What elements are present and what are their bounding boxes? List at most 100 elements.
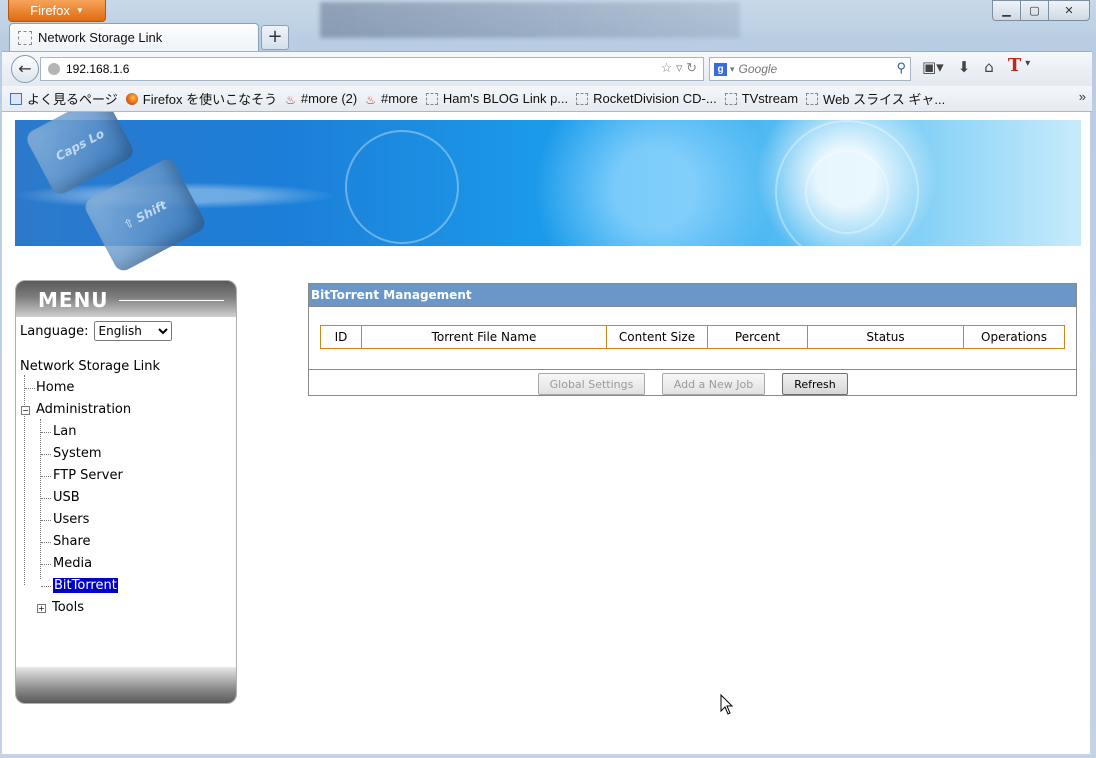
language-select[interactable]: English	[93, 321, 172, 341]
add-new-job-button[interactable]: Add a New Job	[662, 373, 765, 395]
url-text: 192.168.1.6	[66, 62, 130, 76]
tree-line	[40, 419, 41, 579]
decorative-ring	[805, 150, 889, 234]
bookmark-item[interactable]: RocketDivision CD-...	[576, 91, 717, 106]
bookmark-item[interactable]: Web スライス ギャ...	[806, 89, 945, 108]
menu-item-administration[interactable]: Administration	[36, 402, 131, 417]
window-controls: ▁ ▢ ✕	[992, 0, 1090, 21]
header-banner: Caps Lo ⇧ Shift	[15, 112, 1081, 274]
bookmark-item[interactable]: ♨ #more	[365, 91, 418, 107]
menu-item-system[interactable]: System	[53, 446, 101, 461]
search-placeholder: Google	[738, 62, 778, 76]
home-icon[interactable]: ⌂	[984, 58, 994, 76]
tree-root-link[interactable]: Network Storage Link	[20, 359, 160, 374]
browser-tab[interactable]: Network Storage Link	[9, 23, 259, 51]
bookmark-item[interactable]: Ham's BLOG Link p...	[425, 91, 569, 106]
most-visited-icon	[10, 92, 22, 105]
tree-line	[25, 388, 35, 389]
address-bar[interactable]: 192.168.1.6 ☆ ▿ ↻	[40, 57, 704, 81]
tree-line	[41, 454, 51, 455]
addon-dropdown-icon[interactable]: ▾	[1025, 58, 1030, 76]
reload-icon[interactable]: ↻	[686, 60, 697, 75]
bookmark-item[interactable]: Firefox を使いこなそう	[125, 89, 278, 108]
language-label: Language:	[20, 323, 89, 339]
bookmark-label: よく見るページ	[27, 92, 118, 107]
page-icon	[806, 92, 819, 105]
column-header-operations: Operations	[963, 325, 1065, 349]
collapse-minus-icon[interactable]: −	[21, 406, 30, 415]
firefox-logo-icon	[125, 92, 138, 105]
new-tab-button[interactable]: +	[261, 25, 289, 50]
feed-icon: ♨	[285, 92, 296, 107]
tree-line	[41, 476, 51, 477]
menu-panel: MENU Language: English Network Storage L…	[15, 280, 237, 704]
site-identity-icon[interactable]	[48, 63, 60, 75]
menu-item-lan[interactable]: Lan	[53, 424, 76, 439]
feed-icon: ♨	[365, 92, 376, 107]
tab-title: Network Storage Link	[38, 30, 163, 45]
expand-plus-icon[interactable]: +	[37, 604, 46, 613]
close-window-button[interactable]: ✕	[1048, 0, 1090, 21]
column-header-id: ID	[320, 325, 362, 349]
tree-line	[41, 542, 51, 543]
maximize-button[interactable]: ▢	[1020, 0, 1049, 21]
keyboard-key-image: ⇧ Shift	[82, 156, 208, 274]
tree-line	[41, 498, 51, 499]
tree-line	[41, 520, 51, 521]
navigation-bar: ← 192.168.1.6 ☆ ▿ ↻ g ▾ Google ⚲ ▣▾ ⬇ ⌂ …	[2, 51, 1092, 86]
torrent-table: ID Torrent File Name Content Size Percen…	[320, 325, 1065, 349]
addon-t-icon[interactable]: T	[1008, 55, 1021, 76]
bookmark-item[interactable]: よく見るページ	[10, 89, 118, 108]
bookmark-item[interactable]: TVstream	[724, 91, 799, 106]
menu-item-media[interactable]: Media	[53, 556, 92, 571]
browser-window: Firefox ▼ ▁ ▢ ✕ Network Storage Link + ←…	[0, 0, 1096, 758]
menu-item-home[interactable]: Home	[36, 380, 74, 395]
downloads-icon[interactable]: ⬇	[958, 58, 971, 76]
search-icon[interactable]: ⚲	[896, 60, 906, 76]
column-header-torrent-file-name: Torrent File Name	[361, 325, 607, 349]
bookmark-label: RocketDivision CD-...	[593, 91, 717, 106]
search-box[interactable]: g ▾ Google ⚲	[709, 57, 911, 81]
bookmark-star-icon[interactable]: ☆	[661, 60, 673, 75]
tree-line	[41, 586, 51, 587]
bookmark-item[interactable]: ♨ #more (2)	[285, 91, 357, 107]
page-icon	[425, 92, 438, 105]
table-header-row: ID Torrent File Name Content Size Percen…	[320, 325, 1065, 349]
menu-item-share[interactable]: Share	[53, 534, 91, 549]
column-header-status: Status	[807, 325, 964, 349]
column-header-content-size: Content Size	[606, 325, 708, 349]
bookmark-label: #more	[380, 91, 418, 106]
menu-item-users[interactable]: Users	[53, 512, 89, 527]
page-icon	[576, 92, 589, 105]
web-page: Caps Lo ⇧ Shift MENU Language: English N…	[2, 112, 1090, 754]
firefox-menu-button[interactable]: Firefox ▼	[8, 0, 106, 22]
toolbar-buttons: ▣▾ ⬇ ⌂ T ▾	[922, 55, 1030, 76]
bookmark-label: Ham's BLOG Link p...	[442, 91, 569, 106]
refresh-button[interactable]: Refresh	[782, 373, 848, 395]
google-engine-icon[interactable]: g	[714, 62, 727, 76]
bookmark-label: TVstream	[741, 91, 799, 106]
bittorrent-panel: BitTorrent Management ID Torrent File Na…	[308, 283, 1077, 396]
menu-divider	[119, 300, 224, 301]
dropdown-arrow-icon: ▼	[75, 6, 84, 15]
bookmark-label: Firefox を使いこなそう	[142, 92, 278, 107]
decorative-ring	[345, 130, 459, 244]
panel-divider	[309, 369, 1076, 370]
url-bar-icons: ☆ ▿ ↻	[661, 60, 697, 76]
menu-footer	[16, 667, 236, 703]
menu-item-usb[interactable]: USB	[53, 490, 80, 505]
bookmark-label: Web スライス ギャ...	[823, 92, 946, 107]
menu-item-ftp-server[interactable]: FTP Server	[53, 468, 123, 483]
engine-dropdown-icon[interactable]: ▾	[730, 64, 735, 75]
global-settings-button[interactable]: Global Settings	[538, 373, 645, 395]
page-icon	[724, 92, 737, 105]
tree-line	[41, 564, 51, 565]
back-button[interactable]: ←	[11, 55, 39, 83]
more-bookmarks-chevron-icon[interactable]: »	[1079, 89, 1086, 104]
minimize-button[interactable]: ▁	[992, 0, 1021, 21]
bookmarks-menu-icon[interactable]: ▣▾	[922, 58, 944, 76]
menu-item-bittorrent[interactable]: BitTorrent	[53, 578, 118, 593]
menu-item-tools[interactable]: Tools	[52, 600, 84, 615]
bookmarks-toolbar: よく見るページ Firefox を使いこなそう ♨ #more (2) ♨ #mor…	[2, 86, 1092, 112]
history-dropdown-icon[interactable]: ▿	[676, 60, 683, 75]
